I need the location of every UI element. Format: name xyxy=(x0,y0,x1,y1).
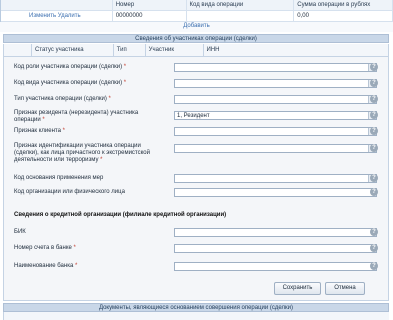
field-label: БИК xyxy=(14,229,26,235)
column-header-select xyxy=(4,44,32,56)
row-amount: 0,00 xyxy=(294,11,393,21)
kind-code-select[interactable]: ▾ xyxy=(174,79,377,88)
bank-section-title: Сведения о кредитной организации (филиал… xyxy=(14,212,227,218)
participant-form: Код роли участника операции (сделки) * ▾… xyxy=(3,57,389,301)
help-icon[interactable]: ? xyxy=(370,244,378,252)
help-icon[interactable]: ? xyxy=(370,188,378,196)
delete-link[interactable]: Удалить xyxy=(58,13,81,19)
column-header-amount: Сумма операции в рублях xyxy=(294,0,393,10)
org-code-input[interactable] xyxy=(174,188,377,197)
documents-panel-title: Документы, являющиеся основанием соверше… xyxy=(3,303,389,312)
help-icon[interactable]: ? xyxy=(370,63,378,71)
resident-select[interactable]: 1, Резидент▾ xyxy=(174,111,377,120)
operations-table-header: Номер Код вида операции Сумма операции в… xyxy=(1,0,393,11)
row-actions: Изменить Удалить xyxy=(1,11,113,21)
role-code-select[interactable]: ▾ xyxy=(174,63,377,72)
field-label: Признак идентификации участника операции… xyxy=(14,143,150,163)
edit-link[interactable]: Изменить xyxy=(29,13,56,19)
participant-type-select[interactable]: ▾ xyxy=(174,95,377,104)
column-header-number: Номер xyxy=(113,0,187,10)
client-flag-select[interactable]: ▾ xyxy=(174,127,377,136)
field-label: Признак клиента xyxy=(14,128,61,134)
save-button[interactable]: Сохранить xyxy=(274,282,321,295)
account-number-input[interactable] xyxy=(174,244,377,253)
column-header-status: Статус участника xyxy=(32,44,114,56)
field-label: Код вида участника операции (сделки) xyxy=(14,80,123,86)
participants-table-header: Статус участника Тип Участник ИНН xyxy=(3,44,389,57)
column-header-op-code: Код вида операции xyxy=(187,0,295,10)
help-icon[interactable]: ? xyxy=(370,228,378,236)
column-header-inn: ИНН xyxy=(204,44,389,56)
field-label: Код роли участника операции (сделки) xyxy=(14,64,123,70)
help-icon[interactable]: ? xyxy=(370,174,378,182)
field-label: Код организации или физического лица xyxy=(14,189,125,195)
basis-code-select[interactable]: ▾ xyxy=(174,174,377,183)
help-icon[interactable]: ? xyxy=(370,79,378,87)
documents-table-header xyxy=(3,312,389,320)
field-label: Номер счета в банке xyxy=(14,245,72,251)
extremism-flag-select[interactable]: ▾ xyxy=(174,144,377,153)
column-header-type: Тип xyxy=(114,44,146,56)
help-icon[interactable]: ? xyxy=(370,111,378,119)
row-op-code xyxy=(187,11,295,21)
field-label: Наименование банка xyxy=(14,263,74,269)
table-row: Изменить Удалить 00000000 0,00 xyxy=(1,11,393,22)
field-label: Код основания применения мер xyxy=(14,175,104,181)
help-icon[interactable]: ? xyxy=(370,262,378,270)
bank-name-input[interactable] xyxy=(174,262,377,271)
operations-table: Номер Код вида операции Сумма операции в… xyxy=(0,0,393,22)
field-label: Признак резидента (нерезидента) участник… xyxy=(14,110,139,123)
column-header-participant: Участник xyxy=(146,44,204,56)
help-icon[interactable]: ? xyxy=(370,95,378,103)
field-label: Тип участника операции (сделки) xyxy=(14,96,107,102)
participants-panel-title: Сведения об участниках операции (сделки) xyxy=(3,34,389,43)
cancel-button[interactable]: Отмена xyxy=(325,282,365,295)
row-number: 00000000 xyxy=(113,11,187,21)
column-header-actions xyxy=(1,0,113,10)
add-link[interactable]: Добавить xyxy=(0,22,393,32)
bik-input[interactable] xyxy=(174,228,377,237)
help-icon[interactable]: ? xyxy=(370,127,378,135)
help-icon[interactable]: ? xyxy=(370,144,378,152)
